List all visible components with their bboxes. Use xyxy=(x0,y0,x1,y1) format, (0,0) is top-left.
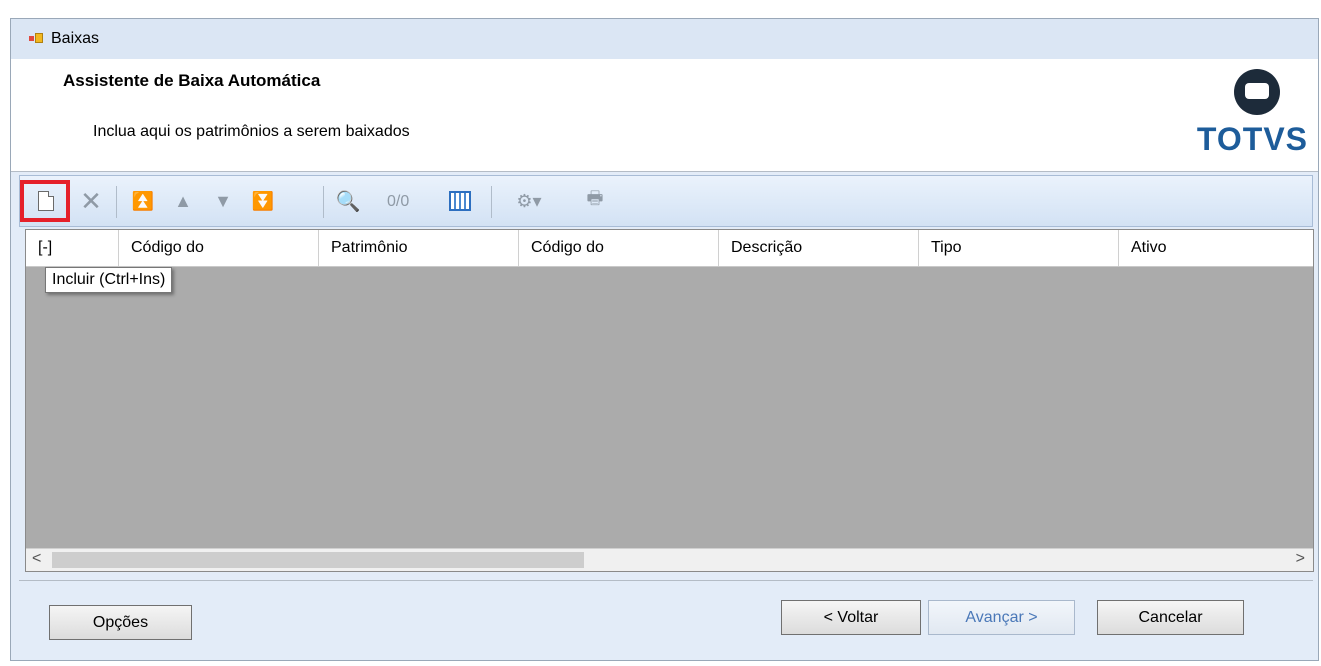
binoculars-icon: 🔍 xyxy=(335,190,361,213)
include-tooltip: Incluir (Ctrl+Ins) xyxy=(45,267,173,293)
first-record-button[interactable]: ⏫ xyxy=(128,184,158,218)
next-button[interactable]: Avançar > xyxy=(928,600,1075,635)
toolbar-separator xyxy=(323,186,324,218)
previous-record-button[interactable]: ▲ xyxy=(168,184,198,218)
logo-text: TOTVS xyxy=(1196,121,1308,157)
col-header-asset[interactable]: Patrimônio xyxy=(318,230,518,266)
scrollbar-thumb[interactable] xyxy=(52,552,584,568)
col-header-type[interactable]: Tipo xyxy=(918,230,1118,266)
include-button[interactable] xyxy=(33,184,59,218)
wizard-header: Assistente de Baixa Automática Inclua aq… xyxy=(11,59,1318,172)
columns-button[interactable] xyxy=(445,184,475,218)
col-header-description[interactable]: Descrição xyxy=(718,230,918,266)
window-title: Baixas xyxy=(51,30,100,47)
grid-toolbar: ✕ ⏫ ▲ ▼ ⏬ 🔍 0/0 ⚙▾ 🖶 xyxy=(19,175,1313,227)
print-button[interactable]: 🖶 xyxy=(580,184,610,218)
toolbar-separator xyxy=(491,186,492,218)
horizontal-scrollbar[interactable]: < > xyxy=(26,548,1313,571)
last-record-button[interactable]: ⏬ xyxy=(248,184,278,218)
delete-button[interactable]: ✕ xyxy=(76,184,106,218)
process-icon: ⚙▾ xyxy=(516,190,542,211)
wizard-title: Assistente de Baixa Automática xyxy=(63,71,321,90)
toolbar-separator xyxy=(116,186,117,218)
wizard-subtitle: Inclua aqui os patrimônios a serem baixa… xyxy=(93,123,410,140)
scroll-right-icon[interactable]: > xyxy=(1296,550,1305,568)
back-button[interactable]: < Voltar xyxy=(781,600,921,635)
record-counter: 0/0 xyxy=(387,193,410,210)
last-icon: ⏬ xyxy=(251,190,275,211)
printer-icon: 🖶 xyxy=(586,188,604,208)
totvs-logo: TOTVS xyxy=(1178,69,1308,164)
col-header-code[interactable]: Código do xyxy=(118,230,318,266)
data-grid[interactable]: [-] Código do Patrimônio Código do Descr… xyxy=(25,229,1314,572)
wizard-window: Baixas Assistente de Baixa Automática In… xyxy=(10,18,1319,661)
scroll-left-icon[interactable]: < xyxy=(32,550,41,568)
title-bar: Baixas xyxy=(11,19,1318,59)
new-document-icon xyxy=(38,191,54,211)
grid-columns-icon xyxy=(449,191,471,211)
next-record-button[interactable]: ▼ xyxy=(208,184,238,218)
find-button[interactable]: 🔍 xyxy=(333,184,363,218)
footer-divider xyxy=(19,580,1313,581)
up-arrow-icon: ▲ xyxy=(174,190,192,211)
cancel-button[interactable]: Cancelar xyxy=(1097,600,1244,635)
logo-mark-icon xyxy=(1234,69,1280,115)
col-header-select[interactable]: [-] xyxy=(26,230,118,266)
first-icon: ⏫ xyxy=(131,190,155,211)
options-button[interactable]: Opções xyxy=(49,605,192,640)
app-icon xyxy=(29,33,43,45)
col-header-active[interactable]: Ativo xyxy=(1118,230,1315,266)
delete-x-icon: ✕ xyxy=(80,185,102,216)
process-dropdown-button[interactable]: ⚙▾ xyxy=(506,184,552,218)
down-arrow-icon: ▼ xyxy=(214,190,232,211)
col-header-code-2[interactable]: Código do xyxy=(518,230,718,266)
grid-header: [-] Código do Patrimônio Código do Descr… xyxy=(26,230,1313,267)
